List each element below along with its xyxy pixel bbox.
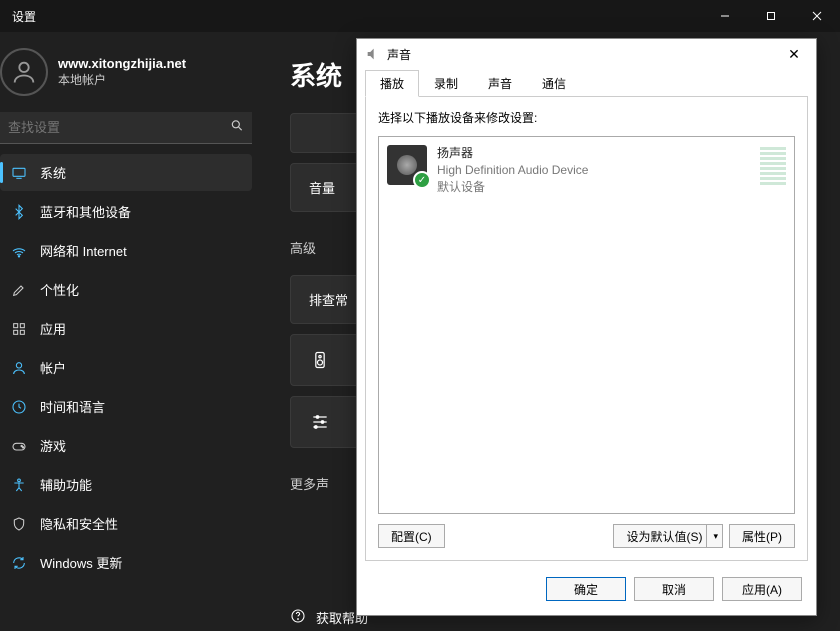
nav-label: 隐私和安全性 (40, 514, 118, 533)
dialog-footer: 确定 取消 应用(A) (357, 569, 816, 615)
minimize-button[interactable] (702, 0, 748, 32)
avatar (0, 48, 48, 96)
search-input[interactable] (0, 112, 252, 144)
playback-panel: 选择以下播放设备来修改设置: ✓ 扬声器 High Definition Aud… (365, 96, 808, 561)
device-desc: High Definition Audio Device (437, 162, 588, 179)
nav-label: 系统 (40, 163, 66, 182)
close-button[interactable] (794, 0, 840, 32)
nav-label: 时间和语言 (40, 397, 105, 416)
nav-item-network[interactable]: 网络和 Internet (0, 232, 252, 269)
nav-label: 蓝牙和其他设备 (40, 202, 131, 221)
search-box[interactable] (0, 112, 252, 144)
nav-item-accounts[interactable]: 帐户 (0, 349, 252, 386)
nav-label: 个性化 (40, 280, 79, 299)
user-row[interactable]: www.xitongzhijia.net 本地帐户 (0, 42, 260, 108)
nav-item-accessibility[interactable]: 辅助功能 (0, 466, 252, 503)
nav-label: 网络和 Internet (40, 241, 127, 260)
properties-button[interactable]: 属性(P) (729, 524, 795, 548)
volume-label: 音量 (309, 178, 335, 197)
dialog-title: 声音 (387, 46, 411, 63)
nav-item-gaming[interactable]: 游戏 (0, 427, 252, 464)
tab-1[interactable]: 录制 (419, 70, 473, 97)
sound-dialog-icon (365, 46, 381, 62)
help-icon (290, 608, 306, 627)
update-icon (10, 554, 28, 572)
cancel-button[interactable]: 取消 (634, 577, 714, 601)
dialog-titlebar: 声音 ✕ (357, 39, 816, 69)
bluetooth-icon (10, 203, 28, 221)
level-meter (760, 145, 786, 185)
network-icon (10, 242, 28, 260)
nav-label: Windows 更新 (40, 553, 122, 572)
privacy-icon (10, 515, 28, 533)
ok-button[interactable]: 确定 (546, 577, 626, 601)
maximize-button[interactable] (748, 0, 794, 32)
tab-0[interactable]: 播放 (365, 70, 419, 97)
device-item[interactable]: ✓ 扬声器 High Definition Audio Device 默认设备 (383, 141, 790, 199)
sidebar: www.xitongzhijia.net 本地帐户 系统蓝牙和其他设备网络和 I… (0, 32, 260, 631)
sliders-icon (309, 411, 331, 433)
personalize-icon (10, 281, 28, 299)
nav-item-apps[interactable]: 应用 (0, 310, 252, 347)
user-name: www.xitongzhijia.net (58, 56, 186, 71)
nav-item-update[interactable]: Windows 更新 (0, 544, 252, 581)
nav-item-personalize[interactable]: 个性化 (0, 271, 252, 308)
gaming-icon (10, 437, 28, 455)
search-icon (230, 119, 244, 138)
nav: 系统蓝牙和其他设备网络和 Internet 个性化应用帐户时间和语言游戏辅助功能隐… (0, 154, 260, 581)
tab-2[interactable]: 声音 (473, 70, 527, 97)
troubleshoot-label: 排查常 (309, 290, 348, 309)
nav-label: 游戏 (40, 436, 66, 455)
device-name: 扬声器 (437, 145, 588, 162)
system-icon (10, 164, 28, 182)
user-sub: 本地帐户 (58, 71, 186, 88)
nav-item-system[interactable]: 系统 (0, 154, 252, 191)
nav-item-bluetooth[interactable]: 蓝牙和其他设备 (0, 193, 252, 230)
app-title: 设置 (0, 8, 36, 25)
window-controls (702, 0, 840, 32)
dialog-tabs: 播放录制声音通信 (357, 69, 816, 96)
panel-label: 选择以下播放设备来修改设置: (378, 109, 795, 126)
nav-label: 应用 (40, 319, 66, 338)
default-check-icon: ✓ (413, 171, 431, 189)
dialog-close-button[interactable]: ✕ (780, 40, 808, 68)
sound-dialog: 声音 ✕ 播放录制声音通信 选择以下播放设备来修改设置: ✓ 扬声器 High … (356, 38, 817, 616)
device-status: 默认设备 (437, 179, 588, 196)
accessibility-icon (10, 476, 28, 494)
nav-label: 帐户 (40, 358, 66, 377)
apps-icon (10, 320, 28, 338)
set-default-button[interactable]: 设为默认值(S)▾ (613, 524, 723, 548)
time-icon (10, 398, 28, 416)
device-icon: ✓ (387, 145, 427, 185)
nav-item-privacy[interactable]: 隐私和安全性 (0, 505, 252, 542)
device-list[interactable]: ✓ 扬声器 High Definition Audio Device 默认设备 (378, 136, 795, 514)
configure-button[interactable]: 配置(C) (378, 524, 445, 548)
apply-button[interactable]: 应用(A) (722, 577, 802, 601)
panel-buttons: 配置(C) 设为默认值(S)▾ 属性(P) (378, 524, 795, 548)
chevron-down-icon: ▾ (706, 525, 718, 547)
speaker-icon (309, 349, 331, 371)
nav-item-time[interactable]: 时间和语言 (0, 388, 252, 425)
tab-3[interactable]: 通信 (527, 70, 581, 97)
accounts-icon (10, 359, 28, 377)
titlebar: 设置 (0, 0, 840, 32)
nav-label: 辅助功能 (40, 475, 92, 494)
